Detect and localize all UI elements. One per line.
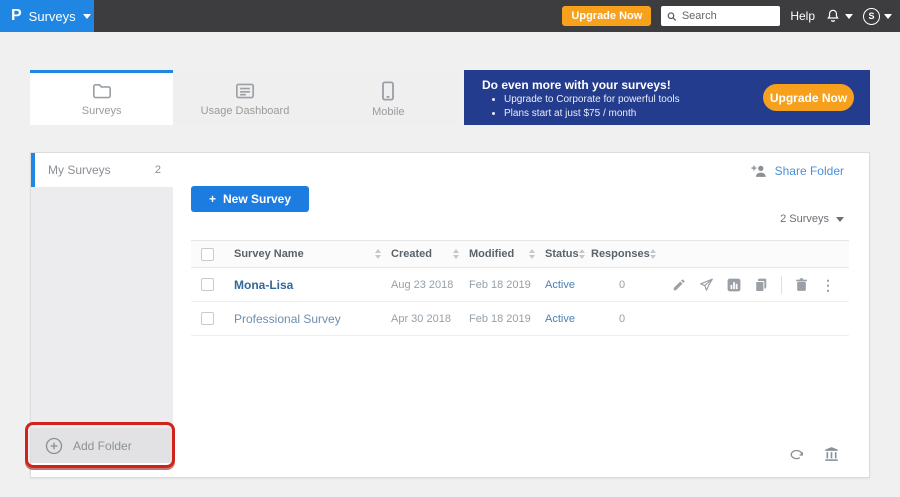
sidebar-item-my-surveys[interactable]: My Surveys 2 — [31, 153, 173, 187]
folder-icon — [92, 82, 112, 100]
folder-count-badge: 2 — [155, 164, 161, 176]
created-cell: Apr 30 2018 — [391, 313, 469, 325]
survey-name-link[interactable]: Professional Survey — [234, 312, 391, 326]
created-cell: Aug 23 2018 — [391, 279, 469, 291]
folder-label: My Surveys — [48, 163, 111, 177]
archive-icon[interactable] — [824, 447, 839, 461]
add-folder-button[interactable]: Add Folder — [31, 428, 173, 463]
chevron-down-icon — [845, 14, 853, 19]
banner-upgrade-button[interactable]: Upgrade Now — [763, 84, 854, 111]
share-folder-button[interactable]: Share Folder — [751, 164, 844, 178]
status-badge: Active — [545, 313, 591, 325]
screen: P Surveys Upgrade Now Help S Surveys — [0, 0, 900, 497]
duplicate-icon[interactable] — [754, 278, 768, 292]
tabstrip: Surveys Usage Dashboard Mobile — [30, 70, 460, 125]
edit-icon[interactable] — [672, 278, 686, 292]
table-header-row: Survey Name Created Modified Status Resp… — [191, 240, 849, 268]
account-menu[interactable]: S — [863, 8, 892, 25]
tab-label: Usage Dashboard — [201, 105, 290, 117]
upgrade-now-button[interactable]: Upgrade Now — [562, 6, 651, 26]
sort-icon[interactable] — [650, 249, 656, 259]
topbar-right: Upgrade Now Help S — [562, 6, 900, 26]
product-menu-label: Surveys — [29, 9, 76, 24]
row-checkbox[interactable] — [201, 312, 214, 325]
chevron-down-icon — [83, 14, 91, 19]
new-survey-button[interactable]: + New Survey — [191, 186, 309, 212]
sort-icon[interactable] — [453, 249, 459, 259]
chevron-down-icon — [884, 14, 892, 19]
product-menu[interactable]: P Surveys — [0, 0, 94, 32]
mobile-icon — [381, 81, 395, 101]
tab-label: Mobile — [372, 106, 404, 118]
dashboard-icon — [235, 82, 255, 100]
column-header: Survey Name — [234, 248, 304, 260]
upsell-banner: Do even more with your surveys! Upgrade … — [464, 70, 870, 125]
folder-list — [31, 187, 173, 428]
add-folder-label: Add Folder — [73, 439, 132, 453]
column-header: Status — [545, 248, 579, 260]
modified-cell: Feb 18 2019 — [469, 313, 545, 325]
table-row: Mona-Lisa Aug 23 2018 Feb 18 2019 Active… — [191, 268, 849, 302]
row-checkbox[interactable] — [201, 278, 214, 291]
search-box[interactable] — [661, 6, 780, 26]
divider — [781, 276, 782, 294]
search-icon — [667, 11, 677, 22]
sort-icon[interactable] — [375, 249, 381, 259]
history-icon[interactable] — [788, 448, 805, 461]
search-input[interactable] — [682, 10, 774, 22]
surveys-table: Survey Name Created Modified Status Resp… — [191, 240, 849, 336]
modified-cell: Feb 18 2019 — [469, 279, 545, 291]
sort-icon[interactable] — [579, 249, 585, 259]
bell-icon — [825, 8, 841, 24]
share-folder-label: Share Folder — [775, 164, 844, 178]
surveys-count-dropdown[interactable]: 2 Surveys — [780, 213, 844, 225]
add-person-icon — [751, 164, 768, 178]
survey-name-link[interactable]: Mona-Lisa — [234, 278, 391, 292]
send-icon[interactable] — [699, 278, 714, 292]
status-badge: Active — [545, 279, 591, 291]
tab-surveys[interactable]: Surveys — [30, 70, 173, 125]
responses-cell: 0 — [591, 313, 653, 325]
surveys-card: My Surveys 2 Add Folder Share Folder + N… — [30, 152, 870, 478]
results-icon[interactable] — [727, 278, 741, 292]
column-header: Modified — [469, 248, 514, 260]
app-logo: P — [11, 8, 22, 24]
sort-icon[interactable] — [529, 249, 535, 259]
help-link[interactable]: Help — [790, 9, 815, 23]
surveys-count-label: 2 Surveys — [780, 213, 829, 225]
topbar: P Surveys Upgrade Now Help S — [0, 0, 900, 32]
chevron-down-icon — [836, 217, 844, 222]
tab-usage-dashboard[interactable]: Usage Dashboard — [173, 70, 316, 125]
select-all-checkbox[interactable] — [201, 248, 214, 261]
row-actions: ⋮ — [653, 276, 849, 294]
plus-icon: + — [209, 192, 216, 206]
responses-cell: 0 — [591, 279, 653, 291]
notifications-button[interactable] — [825, 8, 853, 24]
avatar: S — [863, 8, 880, 25]
table-row: Professional Survey Apr 30 2018 Feb 18 2… — [191, 302, 849, 336]
column-header: Created — [391, 248, 432, 260]
delete-icon[interactable] — [795, 278, 808, 292]
tab-label: Surveys — [82, 105, 122, 117]
column-header: Responses — [591, 248, 650, 260]
tab-mobile[interactable]: Mobile — [317, 70, 460, 125]
more-icon[interactable]: ⋮ — [821, 278, 835, 292]
plus-circle-icon — [45, 437, 63, 455]
new-survey-label: New Survey — [223, 192, 291, 206]
card-footer-icons — [788, 447, 839, 461]
